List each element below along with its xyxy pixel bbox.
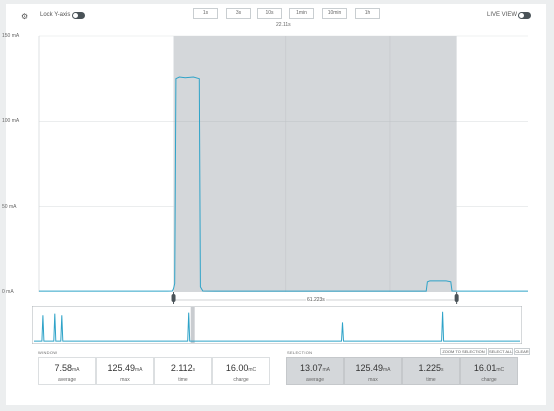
stat-value: 16.01mC — [461, 363, 517, 373]
stat-value: 2.112s — [155, 363, 211, 373]
stat-number: 1.225 — [418, 363, 442, 373]
stat-value: 16.00mC — [213, 363, 269, 373]
selection-handle[interactable] — [171, 294, 176, 302]
stat-label: charge — [233, 377, 249, 383]
y-tick-label: 150 mA — [2, 33, 20, 39]
stat-value: 125.49mA — [345, 363, 401, 373]
minimap-selection — [190, 307, 195, 343]
minimap[interactable] — [32, 306, 522, 344]
selection-stat-time: 1.225s time — [402, 357, 460, 385]
selection-duration-label: 61.223s — [306, 297, 326, 303]
stat-unit: mA — [135, 367, 143, 373]
stat-value: 125.49mA — [97, 363, 153, 373]
stat-number: 7.58 — [54, 363, 73, 373]
select-all-button[interactable]: SELECT ALL — [488, 348, 513, 355]
stat-value: 7.58mA — [39, 363, 95, 373]
window-stat-charge: 16.00mC charge — [212, 357, 270, 385]
stat-number: 2.112 — [170, 363, 193, 373]
stat-number: 125.49 — [107, 363, 136, 373]
stat-number: 16.00 — [225, 363, 249, 373]
stat-value: 1.225s — [403, 363, 459, 373]
stat-label: charge — [481, 377, 497, 383]
stat-label: average — [57, 377, 77, 383]
stat-number: 16.01 — [473, 363, 497, 373]
selection-stat-charge: 16.01mC charge — [460, 357, 518, 385]
stat-unit: mC — [248, 367, 257, 373]
window-duration-label: 22.11s — [276, 22, 291, 28]
selection-stat-max: 125.49mA max — [344, 357, 402, 385]
stat-label: average — [305, 377, 325, 383]
stat-label: time — [426, 377, 436, 383]
stat-unit: mA — [322, 367, 331, 373]
stat-label: max — [368, 377, 378, 383]
stat-number: 125.49 — [355, 363, 384, 373]
stat-unit: s — [192, 367, 196, 373]
window-stat-time: 2.112s time — [154, 357, 212, 385]
selection-region — [173, 36, 457, 292]
y-tick-label: 0 mA — [2, 289, 14, 295]
selection-stat-average: 13.07mA average — [286, 357, 344, 385]
stat-label: max — [120, 377, 130, 383]
stat-number: 13.07 — [299, 363, 323, 373]
stat-unit: s — [441, 367, 444, 373]
y-tick-label: 100 mA — [2, 118, 20, 124]
y-tick-label: 50 mA — [2, 204, 17, 210]
selection-handle[interactable] — [454, 294, 459, 302]
window-stat-max: 125.49mA max — [96, 357, 154, 385]
stat-unit: mC — [496, 367, 505, 373]
selection-stats-title: SELECTION — [287, 350, 313, 355]
window-stat-average: 7.58mA average — [38, 357, 96, 385]
stat-unit: mA — [383, 367, 391, 373]
stat-label: time — [178, 377, 188, 383]
clear-button[interactable]: CLEAR — [514, 348, 530, 355]
zoom-to-selection-button[interactable]: ZOOM TO SELECTION — [440, 348, 487, 355]
stat-value: 13.07mA — [287, 363, 343, 373]
window-stats-title: WINDOW — [38, 350, 58, 355]
stat-unit: mA — [72, 367, 80, 373]
